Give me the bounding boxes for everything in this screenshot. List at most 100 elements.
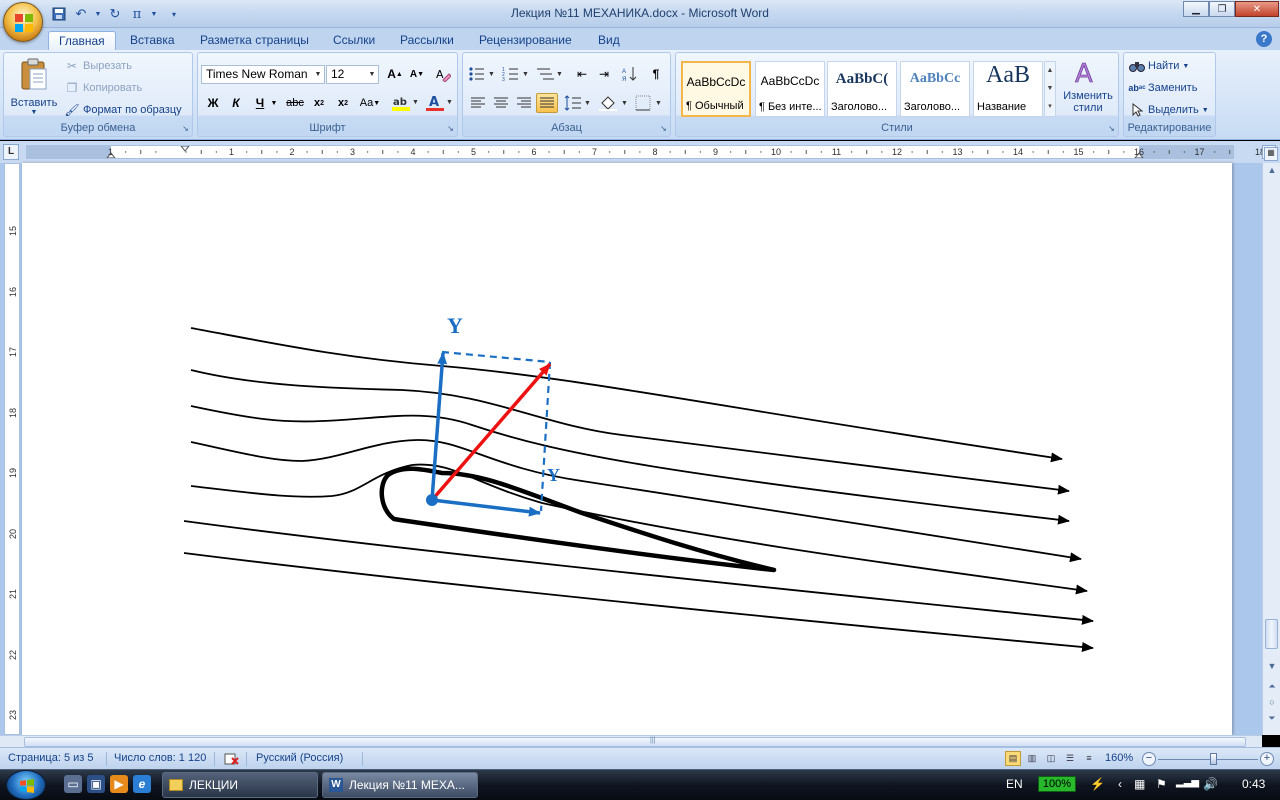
style-heading-2[interactable]: AaBbCc Заголово... — [900, 61, 970, 117]
full-screen-reading-view-button[interactable]: ▥ — [1024, 751, 1040, 766]
horizontal-scrollbar[interactable]: ||| — [0, 735, 1262, 747]
clipboard-launcher-icon[interactable]: ↘ — [181, 125, 190, 134]
taskbar-button-folder[interactable]: ЛЕКЦИИ — [162, 772, 318, 798]
scroll-down-icon[interactable]: ▼ — [1266, 661, 1278, 673]
vertical-ruler[interactable]: 15 16 17 18 19 20 21 22 23 — [4, 163, 20, 735]
media-player-icon[interactable]: ▶ — [110, 775, 128, 793]
tab-page-layout[interactable]: Разметка страницы — [190, 31, 319, 50]
next-page-icon[interactable]: ⏷ — [1266, 713, 1278, 725]
outline-view-button[interactable]: ☰ — [1062, 751, 1078, 766]
bullets-button[interactable]: ▼ — [467, 64, 497, 84]
cut-button[interactable]: ✂ Вырезать — [64, 57, 132, 75]
subscript-button[interactable]: x2 — [308, 93, 330, 113]
multilevel-list-button[interactable]: ▼ — [535, 64, 565, 84]
ruler-toggle-icon[interactable]: ▦ — [1264, 147, 1278, 161]
maximize-button[interactable]: ❐ — [1209, 1, 1235, 17]
change-case-button[interactable]: Aa ▼ — [356, 93, 384, 113]
page-counter[interactable]: Страница: 5 из 5 — [8, 752, 94, 764]
web-layout-view-button[interactable]: ◫ — [1043, 751, 1059, 766]
word-count[interactable]: Число слов: 1 120 — [114, 752, 206, 764]
close-button[interactable]: ✕ — [1235, 1, 1279, 17]
browse-object-icon[interactable]: ○ — [1266, 697, 1278, 709]
style-no-spacing[interactable]: AaBbCcDc ¶ Без инте... — [755, 61, 825, 117]
align-center-button[interactable] — [490, 93, 512, 113]
gallery-down-icon[interactable]: ▼ — [1045, 80, 1055, 98]
numbering-button[interactable]: 1 2 3 ▼ — [501, 64, 531, 84]
horizontal-scroll-thumb[interactable] — [24, 737, 1246, 747]
document-page[interactable]: Y Y — [22, 163, 1232, 735]
copy-button[interactable]: ❐ Копировать — [64, 79, 143, 97]
select-dropdown-icon[interactable]: ▼ — [1202, 107, 1209, 114]
proofing-icon[interactable] — [224, 752, 240, 769]
volume-icon[interactable]: 🔊 — [1203, 777, 1218, 791]
font-size-dropdown-icon[interactable]: ▼ — [366, 66, 378, 83]
style-normal[interactable]: AaBbCcDc ¶ Обычный — [681, 61, 751, 117]
vertical-scroll-thumb[interactable] — [1265, 619, 1278, 649]
align-left-button[interactable] — [467, 93, 489, 113]
font-size-combo[interactable]: 12 ▼ — [326, 65, 379, 84]
select-button[interactable]: Выделить ▼ — [1129, 101, 1209, 119]
vertical-scrollbar[interactable]: ▲ ▼ ⏶ ○ ⏷ — [1262, 163, 1280, 735]
find-button[interactable]: Найти ▼ — [1129, 57, 1189, 75]
underline-dropdown-icon[interactable]: ▼ — [269, 93, 279, 113]
horizontal-ruler[interactable]: 1 1 2 3 4 5 6 7 8 9 10 11 12 13 14 15 16 17 18 — [26, 145, 1265, 159]
align-right-button[interactable] — [513, 93, 535, 113]
grow-font-button[interactable]: A ▲ — [384, 64, 406, 84]
draft-view-button[interactable]: ≡ — [1081, 751, 1097, 766]
show-formatting-marks-button[interactable]: ¶ — [645, 64, 667, 84]
input-language[interactable]: EN — [1006, 777, 1023, 791]
font-name-dropdown-icon[interactable]: ▼ — [312, 66, 324, 83]
tab-view[interactable]: Вид — [588, 31, 630, 50]
show-hidden-icons-icon[interactable]: ‹ — [1118, 777, 1122, 791]
sort-button[interactable]: АЯ — [619, 64, 641, 84]
font-color-button[interactable]: A ▼ — [424, 93, 454, 113]
zoom-out-button[interactable]: − — [1142, 752, 1156, 766]
language-indicator[interactable]: Русский (Россия) — [256, 752, 343, 764]
replace-button[interactable]: ab ac Заменить — [1128, 79, 1197, 97]
font-name-combo[interactable]: Times New Roman ▼ — [201, 65, 325, 84]
styles-gallery-scroll[interactable]: ▲ ▼ ▾ — [1044, 61, 1056, 117]
flag-tray-icon[interactable]: ⚑ — [1156, 777, 1167, 791]
previous-page-icon[interactable]: ⏶ — [1266, 681, 1278, 693]
first-line-indent-marker[interactable] — [180, 146, 190, 152]
style-heading-1[interactable]: AaBbC( Заголово... — [827, 61, 897, 117]
decrease-indent-button[interactable]: ⇤ — [571, 64, 593, 84]
tab-selector-button[interactable]: L — [3, 144, 19, 160]
format-painter-button[interactable]: 🖌 Формат по образцу — [64, 101, 181, 119]
italic-button[interactable]: К — [225, 93, 247, 113]
styles-launcher-icon[interactable]: ↘ — [1107, 125, 1116, 134]
switch-windows-icon[interactable]: ▣ — [87, 775, 105, 793]
internet-explorer-icon[interactable]: e — [133, 775, 151, 793]
signal-strength-icon[interactable]: ▂▃▅ — [1176, 777, 1199, 788]
gallery-up-icon[interactable]: ▲ — [1045, 62, 1055, 80]
font-launcher-icon[interactable]: ↘ — [446, 125, 455, 134]
shrink-font-button[interactable]: A ▼ — [406, 64, 428, 84]
zoom-slider-thumb[interactable] — [1210, 753, 1217, 765]
underline-button[interactable]: Ч — [249, 93, 271, 113]
tab-insert[interactable]: Вставка — [120, 31, 185, 50]
office-button[interactable] — [3, 2, 43, 42]
network-tray-icon[interactable]: ▦ — [1134, 777, 1145, 791]
paste-button[interactable]: Вставить ▼ — [8, 55, 60, 119]
tab-mailings[interactable]: Рассылки — [390, 31, 464, 50]
zoom-in-button[interactable]: + — [1260, 752, 1274, 766]
tab-review[interactable]: Рецензирование — [469, 31, 582, 50]
tab-home[interactable]: Главная — [48, 31, 116, 50]
zoom-slider-track[interactable] — [1158, 759, 1258, 760]
borders-button[interactable]: ▼ — [634, 93, 666, 113]
clear-formatting-button[interactable]: A — [432, 64, 454, 84]
start-button[interactable] — [6, 770, 46, 800]
bold-button[interactable]: Ж — [202, 93, 224, 113]
print-layout-view-button[interactable]: ▤ — [1005, 751, 1021, 766]
taskbar-button-word[interactable]: W Лекция №11 МЕХА... — [322, 772, 478, 798]
justify-button[interactable] — [536, 93, 558, 113]
minimize-button[interactable]: ▁ — [1183, 1, 1209, 17]
zoom-level[interactable]: 160% — [1105, 752, 1133, 764]
battery-indicator[interactable]: 100% — [1038, 776, 1076, 792]
increase-indent-button[interactable]: ⇥ — [593, 64, 615, 84]
show-desktop-icon[interactable]: ▭ — [64, 775, 82, 793]
style-title[interactable]: AaB Название — [973, 61, 1043, 117]
paste-dropdown-icon[interactable]: ▼ — [8, 109, 60, 116]
scroll-up-icon[interactable]: ▲ — [1266, 165, 1278, 177]
tab-references[interactable]: Ссылки — [323, 31, 385, 50]
